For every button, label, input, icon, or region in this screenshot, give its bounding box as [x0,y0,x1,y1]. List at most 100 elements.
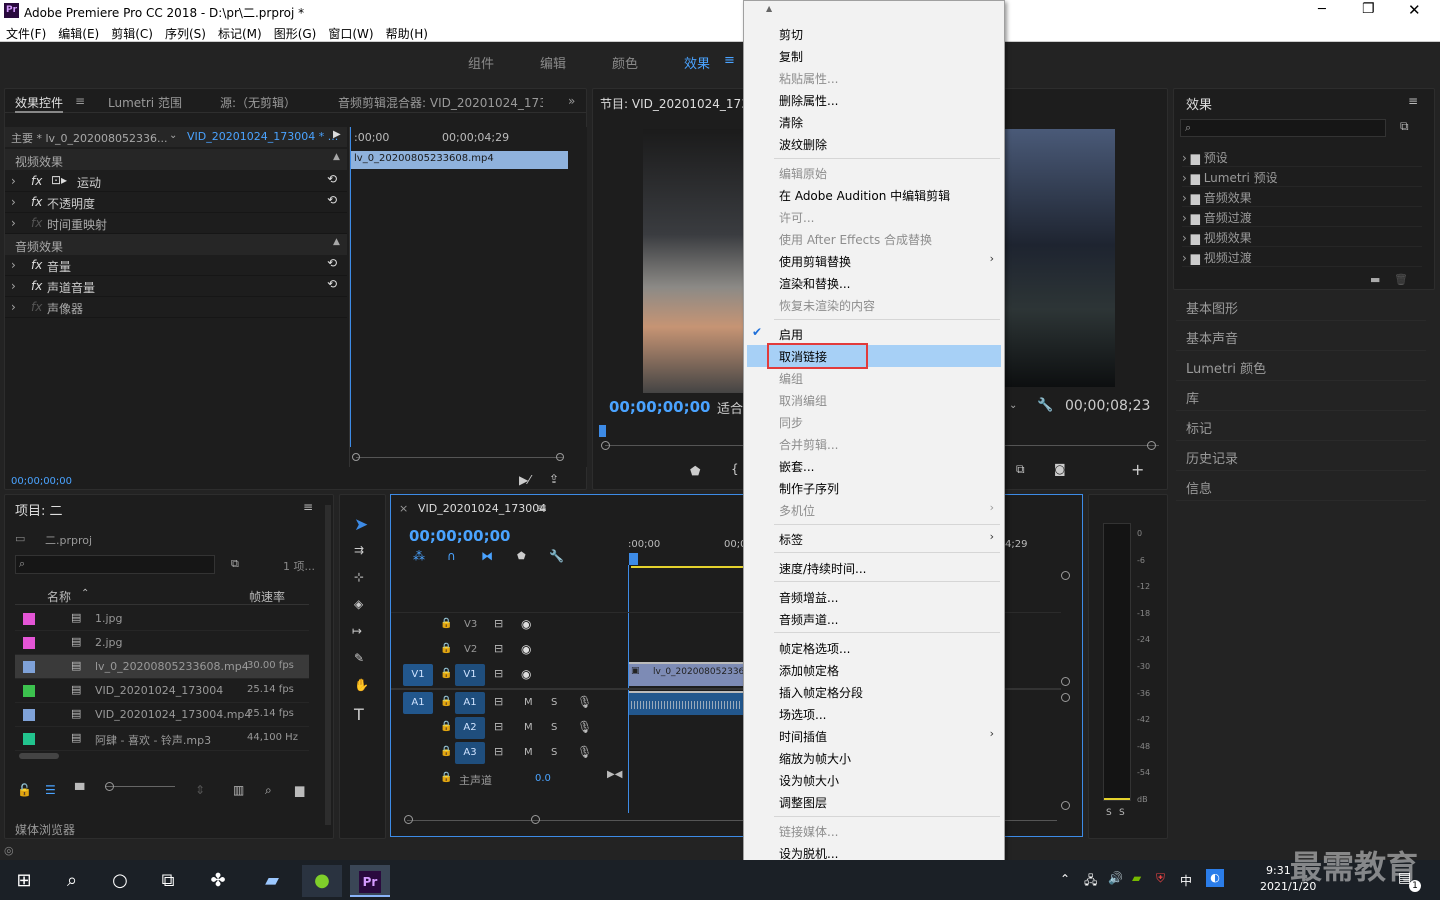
mute-button[interactable]: M [524,697,533,708]
sync-lock-icon[interactable]: ⊟ [494,642,503,655]
tab-effect-controls[interactable]: 效果控件 [15,94,64,113]
menu-item[interactable]: 插入帧定格分段 [779,684,863,701]
workspace-menu-icon[interactable]: ≡ [724,53,735,68]
compare-icon[interactable]: ⧉ [1016,462,1025,477]
solo-right-button[interactable]: S [1119,808,1125,818]
vscroll-handle[interactable] [1061,693,1070,702]
selection-tool-icon[interactable]: ➤ [354,515,368,535]
new-bin-icon[interactable]: ⧉ [1400,119,1409,134]
sort-ascending-icon[interactable]: ⌃ [81,588,89,599]
timeline-audio-clip[interactable] [629,691,744,715]
reset-icon[interactable]: ⟲ [327,277,337,291]
sync-lock-icon[interactable]: ⊟ [494,695,503,708]
work-area-bar[interactable] [631,566,744,568]
track-label-a2[interactable]: A2 [455,717,485,739]
reset-icon[interactable]: ⟲ [327,172,337,186]
menu-item[interactable]: 速度/持续时间... [779,560,867,577]
panel-info[interactable]: 信息 [1176,472,1426,501]
project-item[interactable]: ▤ VID_20201024_173004 25.14 fps [15,679,309,703]
playhead[interactable] [350,127,351,447]
expand-icon[interactable]: › [11,258,16,272]
close-icon[interactable]: × [399,502,408,515]
volume-icon[interactable]: 🔊 [1108,871,1123,885]
add-marker-icon[interactable]: ⬟ [517,551,526,562]
tab-audio-clip-mixer[interactable]: 音频剪辑混合器: VID_20201024_17300 [338,94,543,111]
eye-icon[interactable]: ◉ [521,667,531,681]
vscroll-handle[interactable] [1061,677,1070,686]
timeline-video-clip[interactable]: ▣ lv_0_202008052336 [629,662,744,686]
solo-button[interactable]: S [551,747,557,758]
menu-clip[interactable]: 剪辑(C) [105,22,159,42]
tab-source[interactable]: 源:（无剪辑） [220,94,296,111]
eye-icon[interactable]: ◉ [521,642,531,656]
slip-tool-icon[interactable]: ↦ [352,624,362,638]
lock-icon[interactable]: 🔒 [440,746,452,757]
column-name[interactable]: 名称 [47,588,71,605]
sort-icon[interactable]: ⇕ [195,783,205,797]
panel-menu-icon[interactable]: ≡ [1408,94,1418,108]
workspace-tab-effects[interactable]: 效果 [684,53,710,72]
new-bin-icon[interactable]: ▆ [295,783,304,797]
project-item[interactable]: ▤ 2.jpg [15,631,309,655]
column-fps[interactable]: 帧速率 [249,588,285,605]
menu-item[interactable]: 制作子序列 [779,480,839,497]
linked-selection-icon[interactable]: ⧓ [481,549,493,563]
panel-lumetri-color[interactable]: Lumetri 颜色 [1176,352,1426,381]
media-browser-tab[interactable]: 媒体浏览器 [15,821,75,838]
expand-icon[interactable]: › [1182,191,1187,205]
effect-controls-timecode[interactable]: 00;00;00;00 [11,476,72,487]
menu-item[interactable]: 清除 [779,114,803,131]
scroll-up-arrow[interactable]: ▲ [766,4,772,13]
lock-icon[interactable]: 🔒 [440,772,452,783]
zoom-handle[interactable] [556,453,564,461]
project-search-input[interactable]: ⌕ [15,555,215,574]
panel-history[interactable]: 历史记录 [1176,442,1426,471]
effect-controls-timeline[interactable]: :00;00 00;00;04;29 lv_0_20200805233608.m… [349,127,587,467]
workspace-tab-editing[interactable]: 编辑 [540,53,566,72]
search-icon[interactable]: ⌕ [52,865,92,897]
fx-badge[interactable]: fx [31,174,42,188]
reset-icon[interactable]: ⟲ [327,193,337,207]
zoom-handle[interactable] [352,453,360,461]
label-color-swatch[interactable] [23,733,35,745]
menu-file[interactable]: 文件(F) [0,22,52,42]
add-button-icon[interactable]: + [1131,460,1144,479]
vscroll-handle[interactable] [1061,571,1070,580]
task-view-icon[interactable]: ⧉ [148,865,188,897]
razor-tool-icon[interactable]: ◈ [354,597,363,611]
expand-icon[interactable]: › [11,279,16,293]
play-only-audio-icon[interactable]: ▶⁄ [519,473,530,487]
folder-video-effects[interactable]: › ▆ 视频效果 [1182,227,1422,247]
lock-icon[interactable]: 🔒 [440,618,452,629]
menu-item[interactable]: 时间插值 [779,728,827,745]
label-color-swatch[interactable] [23,685,35,697]
list-view-icon[interactable]: ☰ [45,783,56,797]
ripple-edit-tool-icon[interactable]: ⊹ [354,570,364,584]
panel-menu-icon[interactable]: ≡ [75,94,85,108]
menu-item[interactable]: 音频增益... [779,589,838,606]
panel-essential-sound[interactable]: 基本声音 [1176,322,1426,351]
menu-graphics[interactable]: 图形(G) [268,22,323,42]
source-patch-a1[interactable]: A1 [403,692,433,714]
zoom-slider-handle[interactable] [105,782,114,791]
type-tool-icon[interactable]: T [354,705,364,724]
sequence-tab[interactable]: VID_20201024_173004 [418,502,546,515]
effects-search-input[interactable]: ⌕ [1180,119,1386,137]
expand-icon[interactable]: › [1182,171,1187,185]
zoom-scrollbar[interactable] [356,457,564,458]
mute-button[interactable]: M [524,722,533,733]
panel-libraries[interactable]: 库 [1176,382,1426,411]
menu-item[interactable]: 剪切 [779,26,803,43]
menu-edit[interactable]: 编辑(E) [52,22,105,42]
lock-icon[interactable]: 🔒 [440,721,452,732]
workspace-tab-assembly[interactable]: 组件 [468,53,494,72]
menu-item[interactable]: 缩放为帧大小 [779,750,851,767]
scrubber-handle[interactable] [1147,441,1156,450]
lock-icon[interactable]: 🔓 [17,783,32,797]
input-method-indicator[interactable]: 中 [1180,872,1192,889]
reset-icon[interactable]: ⟲ [327,256,337,270]
sync-lock-icon[interactable]: ⊟ [494,667,503,680]
program-timecode[interactable]: 00;00;00;00 [609,398,711,416]
qq-icon[interactable]: ◐ [1206,869,1224,887]
automate-sequence-icon[interactable]: ▥ [233,783,244,797]
